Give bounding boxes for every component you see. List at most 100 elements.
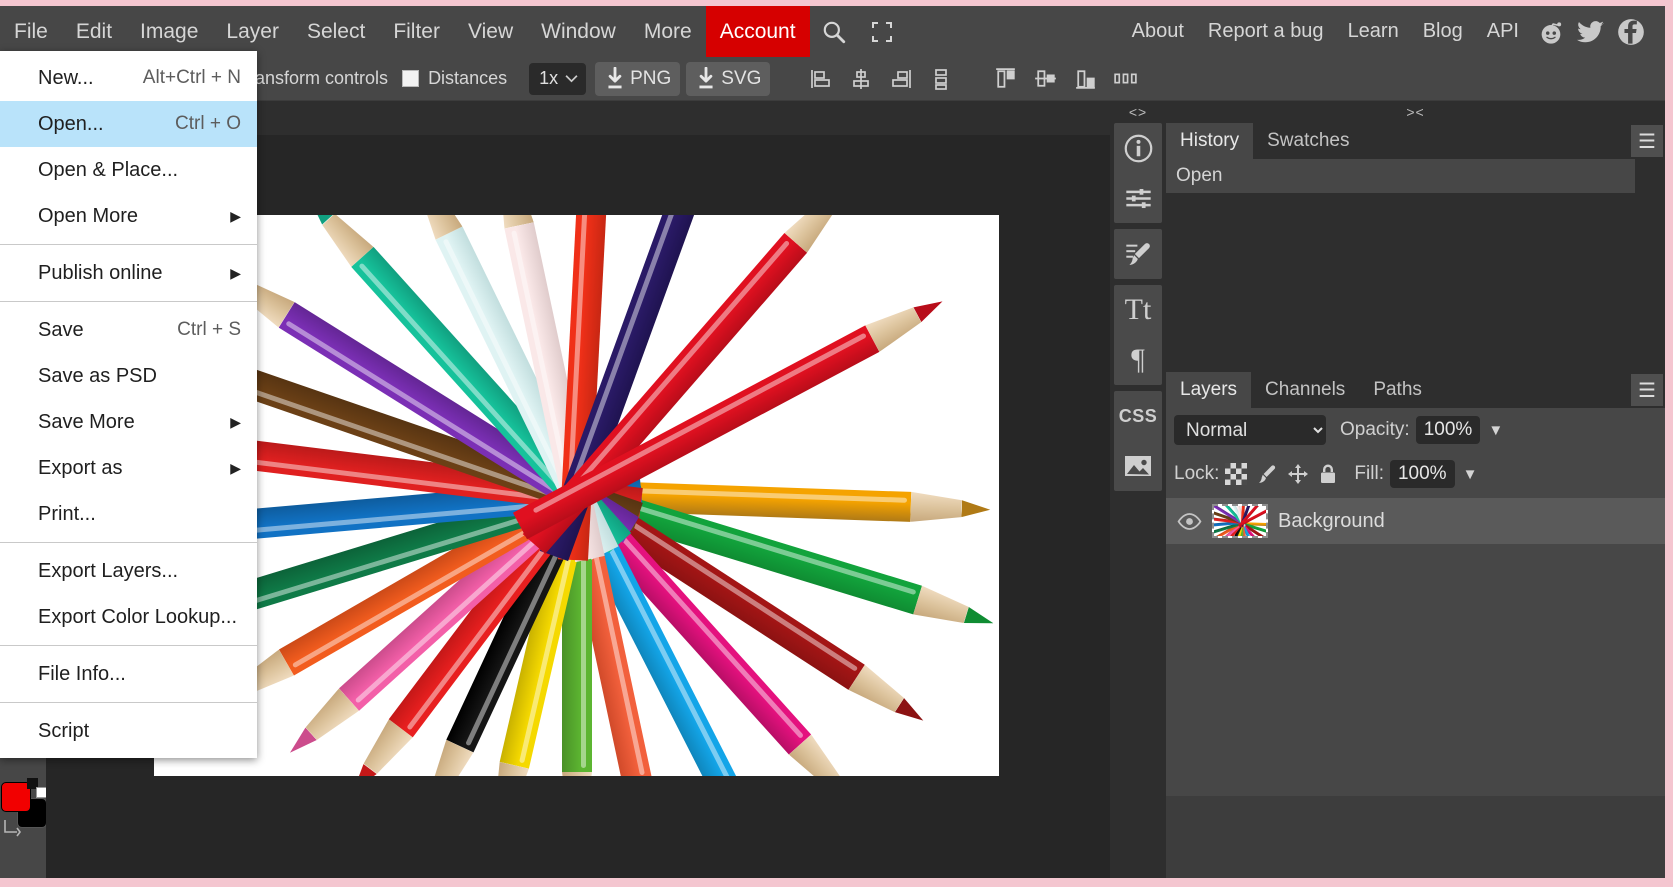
menu-item-label: File Info...	[38, 662, 126, 685]
panels-collapse-handle[interactable]: ><	[1166, 101, 1665, 123]
twitter-icon[interactable]	[1571, 6, 1611, 57]
fill-value[interactable]: 100%	[1389, 460, 1455, 488]
file-menu-item-save-more[interactable]: Save More ▶	[0, 399, 257, 445]
file-menu-item-new[interactable]: New... Alt+Ctrl + N	[0, 55, 257, 101]
distances-checkbox[interactable]: Distances	[402, 68, 507, 89]
menu-account[interactable]: Account	[705, 6, 810, 57]
tab-layers[interactable]: Layers	[1166, 372, 1252, 408]
file-menu-item-export-layers[interactable]: Export Layers...	[0, 548, 257, 594]
link-about[interactable]: About	[1120, 6, 1196, 57]
file-menu-item-save-as-psd[interactable]: Save as PSD	[0, 353, 257, 399]
lock-transparency-icon[interactable]	[1225, 463, 1248, 485]
link-learn[interactable]: Learn	[1336, 6, 1411, 57]
rail-collapse-handle[interactable]: <>	[1110, 101, 1166, 123]
file-menu-item-export-color-lookup[interactable]: Export Color Lookup...	[0, 594, 257, 640]
css-icon[interactable]: CSS	[1114, 391, 1162, 441]
submenu-arrow-icon: ▶	[230, 413, 241, 430]
layer-name[interactable]: Background	[1278, 510, 1385, 533]
menu-separator	[0, 301, 257, 302]
align-top-icon[interactable]	[986, 61, 1024, 97]
menu-view[interactable]: View	[454, 6, 527, 57]
menu-item-label: Open More	[38, 204, 139, 227]
history-item-open[interactable]: Open	[1166, 159, 1635, 193]
menu-more[interactable]: More	[630, 6, 706, 57]
export-svg-button[interactable]: SVG	[686, 61, 771, 96]
layer-list[interactable]: Background	[1166, 496, 1665, 796]
distribute-horizontal-icon[interactable]	[1106, 61, 1144, 97]
history-panel-menu-icon[interactable]: ☰	[1631, 125, 1663, 157]
adjustments-icon[interactable]	[1114, 173, 1162, 223]
menu-filter[interactable]: Filter	[379, 6, 454, 57]
align-middle-icon[interactable]	[1026, 61, 1064, 97]
character-icon[interactable]: Tt	[1114, 285, 1162, 335]
align-center-horizontal-icon[interactable]	[842, 61, 880, 97]
menu-window[interactable]: Window	[527, 6, 630, 57]
menu-item-shortcut: Ctrl + O	[175, 113, 241, 134]
file-menu-item-file-info[interactable]: File Info...	[0, 651, 257, 697]
menu-edit[interactable]: Edit	[62, 6, 126, 57]
file-menu-item-print[interactable]: Print...	[0, 491, 257, 537]
artboard[interactable]	[154, 215, 999, 776]
paragraph-icon[interactable]: ¶	[1114, 335, 1162, 385]
export-png-button[interactable]: PNG	[595, 61, 681, 96]
menu-item-shortcut: Alt+Ctrl + N	[142, 67, 241, 88]
distribute-vertical-icon[interactable]	[922, 61, 960, 97]
align-left-icon[interactable]	[802, 61, 840, 97]
menu-item-label: Script	[38, 719, 90, 742]
eye-icon[interactable]	[1176, 512, 1202, 530]
opacity-value[interactable]: 100%	[1415, 416, 1481, 444]
tab-channels[interactable]: Channels	[1251, 372, 1359, 408]
submenu-arrow-icon: ▶	[230, 264, 241, 281]
tab-swatches[interactable]: Swatches	[1253, 123, 1363, 159]
file-menu-item-open[interactable]: Open... Ctrl + O	[0, 101, 257, 147]
menu-item-label: Publish online	[38, 261, 163, 284]
link-report-a-bug[interactable]: Report a bug	[1196, 6, 1336, 57]
lock-paint-icon[interactable]	[1256, 463, 1278, 485]
layer-thumbnail[interactable]	[1212, 504, 1268, 538]
history-list[interactable]: Open	[1166, 159, 1665, 373]
blend-mode-select[interactable]: Normal	[1174, 415, 1326, 445]
menu-layer[interactable]: Layer	[212, 6, 293, 57]
reddit-icon[interactable]	[1531, 6, 1571, 57]
menu-file[interactable]: File	[0, 6, 62, 57]
chevron-down-icon	[565, 75, 578, 83]
menu-select[interactable]: Select	[293, 6, 379, 57]
link-api[interactable]: API	[1475, 6, 1531, 57]
table-row[interactable]: Background	[1166, 498, 1665, 544]
lock-move-icon[interactable]	[1287, 463, 1309, 485]
brush-settings-icon[interactable]	[1114, 229, 1162, 279]
file-menu-item-script[interactable]: Script	[0, 708, 257, 754]
blend-opacity-row: Normal Opacity: 100% ▼	[1166, 408, 1665, 452]
right-panels: >< History Swatches ☰ Open Layers Channe…	[1166, 101, 1665, 878]
file-menu-item-save[interactable]: Save Ctrl + S	[0, 307, 257, 353]
checkbox-box[interactable]	[402, 70, 420, 87]
file-menu-item-export-as[interactable]: Export as ▶	[0, 445, 257, 491]
file-menu-item-open-more[interactable]: Open More ▶	[0, 193, 257, 239]
layers-panel-menu-icon[interactable]: ☰	[1631, 374, 1663, 406]
fill-dropdown-icon[interactable]: ▼	[1463, 466, 1478, 483]
info-icon[interactable]	[1114, 123, 1162, 173]
lock-label: Lock:	[1174, 463, 1220, 484]
default-colors-icon[interactable]	[27, 778, 47, 798]
file-menu-item-publish-online[interactable]: Publish online ▶	[0, 250, 257, 296]
file-menu-dropdown[interactable]: New... Alt+Ctrl + N Open... Ctrl + O Open & …	[0, 51, 257, 758]
lock-all-icon[interactable]	[1318, 463, 1338, 485]
zoom-level-select[interactable]: 1x	[529, 62, 587, 95]
download-icon	[608, 66, 622, 88]
facebook-icon[interactable]	[1611, 6, 1651, 57]
align-bottom-icon[interactable]	[1066, 61, 1104, 97]
tab-history[interactable]: History	[1166, 123, 1254, 159]
image-icon[interactable]	[1114, 441, 1162, 491]
photopea-app: File Edit Image Layer Select Filter View…	[0, 6, 1665, 878]
tab-paths[interactable]: Paths	[1359, 372, 1436, 408]
menu-bar: File Edit Image Layer Select Filter View…	[0, 6, 1665, 57]
search-icon[interactable]	[810, 6, 858, 57]
menu-image[interactable]: Image	[126, 6, 212, 57]
align-right-icon[interactable]	[882, 61, 920, 97]
link-blog[interactable]: Blog	[1411, 6, 1475, 57]
opacity-dropdown-icon[interactable]: ▼	[1488, 422, 1503, 439]
menu-separator	[0, 702, 257, 703]
fullscreen-icon[interactable]	[858, 6, 906, 57]
swap-colors-icon[interactable]	[2, 817, 24, 844]
file-menu-item-open-place[interactable]: Open & Place...	[0, 147, 257, 193]
